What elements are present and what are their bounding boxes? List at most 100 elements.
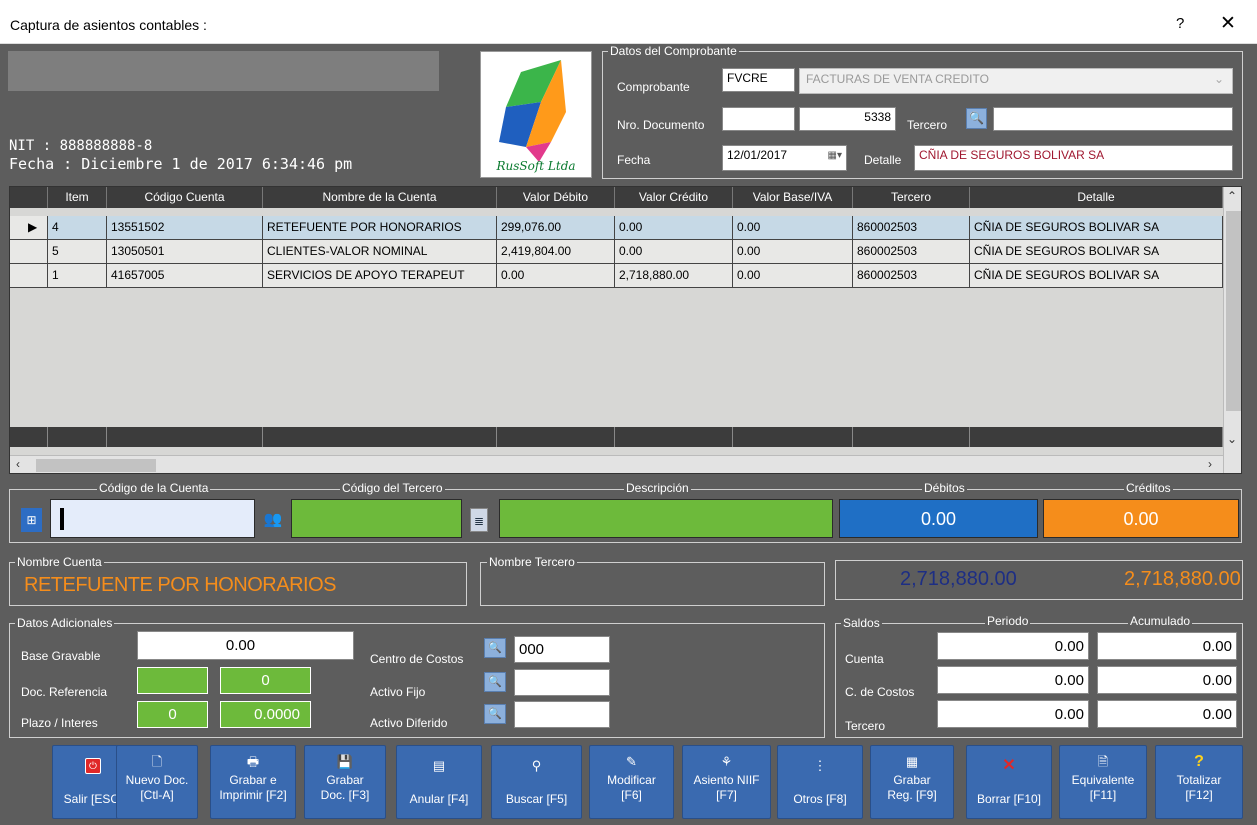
scroll-left-icon[interactable]: ‹ <box>16 457 20 471</box>
doc-referencia-number-input[interactable]: 0 <box>220 667 311 694</box>
comprobante-type-value: FACTURAS DE VENTA CREDITO <box>806 72 989 86</box>
column-header-base-iva[interactable]: Valor Base/IVA <box>733 187 853 208</box>
nro-documento-prefix-input[interactable] <box>722 107 795 131</box>
column-header-codigo[interactable]: Código Cuenta <box>107 187 263 208</box>
button-label: Reg. [F9] <box>887 788 937 802</box>
activo-fijo-input[interactable] <box>514 669 610 696</box>
nro-documento-input[interactable]: 5338 <box>799 107 896 131</box>
search-icon[interactable]: 🔍 <box>484 704 506 724</box>
accounts-tree-icon[interactable]: ⊞ <box>21 508 42 532</box>
column-header-item[interactable]: Item <box>48 187 107 208</box>
scroll-thumb[interactable] <box>36 459 156 472</box>
asiento-niif-button[interactable]: ⚘ Asiento NIIF [F7] <box>682 745 771 819</box>
table-cell[interactable]: 0.00 <box>615 216 733 240</box>
otros-button[interactable]: ⋮ Otros [F8] <box>777 745 863 819</box>
creditos-input[interactable]: 0.00 <box>1043 499 1239 538</box>
table-cell[interactable]: 860002503 <box>853 264 970 288</box>
search-icon[interactable]: 🔍 <box>484 638 506 658</box>
activo-diferido-input[interactable] <box>514 701 610 728</box>
table-cell[interactable]: RETEFUENTE POR HONORARIOS <box>263 216 497 240</box>
column-header-tercero[interactable]: Tercero <box>853 187 970 208</box>
horizontal-scrollbar[interactable]: ‹ › <box>10 455 1223 473</box>
debitos-input[interactable]: 0.00 <box>839 499 1038 538</box>
column-header-detalle[interactable]: Detalle <box>970 187 1223 208</box>
plazo-input[interactable]: 0 <box>137 701 208 728</box>
search-icon[interactable]: 🔍 <box>484 672 506 692</box>
entries-grid: Item Código Cuenta Nombre de la Cuenta V… <box>9 186 1242 474</box>
row-selector[interactable] <box>10 240 48 264</box>
descripcion-label: Descripción <box>624 481 691 495</box>
activo-fijo-label: Activo Fijo <box>370 685 426 699</box>
saldo-costos-periodo: 0.00 <box>937 666 1089 694</box>
equivalente-button[interactable]: 🗎 Equivalente [F11] <box>1059 745 1147 819</box>
table-cell[interactable]: CÑIA DE SEGUROS BOLIVAR SA <box>970 264 1223 288</box>
creditos-label: Créditos <box>1124 481 1173 495</box>
table-cell[interactable]: 0.00 <box>733 264 853 288</box>
close-button[interactable]: ✕ <box>1220 12 1236 35</box>
comprobante-code-input[interactable]: FVCRE <box>722 68 795 92</box>
table-cell[interactable]: 0.00 <box>733 240 853 264</box>
table-cell[interactable]: 13551502 <box>107 216 263 240</box>
detalle-input[interactable]: CÑIA DE SEGUROS BOLIVAR SA <box>914 145 1233 171</box>
table-cell[interactable]: SERVICIOS DE APOYO TERAPEUT <box>263 264 497 288</box>
nuevo-doc-button[interactable]: 🗋 Nuevo Doc. [Ctl-A] <box>116 745 198 819</box>
company-nit: NIT : 888888888-8 <box>9 138 153 154</box>
people-icon[interactable]: 👥 <box>261 508 285 532</box>
codigo-tercero-input[interactable] <box>291 499 462 538</box>
company-banner <box>8 51 439 91</box>
void-icon: ▤ <box>432 758 446 773</box>
table-cell[interactable]: 5 <box>48 240 107 264</box>
column-header-debito[interactable]: Valor Débito <box>497 187 615 208</box>
grid-footer-cell <box>733 427 853 447</box>
edit-icon: ✎ <box>626 754 637 769</box>
scroll-thumb[interactable] <box>1226 211 1241 411</box>
descripcion-input[interactable] <box>499 499 833 538</box>
buscar-button[interactable]: ⚲ Buscar [F5] <box>491 745 582 819</box>
button-label: Nuevo Doc. <box>125 773 189 787</box>
activo-diferido-label: Activo Diferido <box>370 716 448 730</box>
borrar-button[interactable]: ✕ Borrar [F10] <box>966 745 1052 819</box>
help-button[interactable]: ? <box>1176 15 1184 32</box>
modificar-button[interactable]: ✎ Modificar [F6] <box>589 745 674 819</box>
table-cell[interactable]: 0.00 <box>615 240 733 264</box>
table-cell[interactable]: 2,419,804.00 <box>497 240 615 264</box>
table-cell[interactable]: 1 <box>48 264 107 288</box>
vertical-scrollbar[interactable]: ⌃ ⌄ <box>1223 187 1241 473</box>
table-cell[interactable]: CLIENTES-VALOR NOMINAL <box>263 240 497 264</box>
fecha-date-picker[interactable]: 12/01/2017 ▦▾ <box>722 145 847 171</box>
table-cell[interactable]: CÑIA DE SEGUROS BOLIVAR SA <box>970 240 1223 264</box>
grid-footer-cell <box>615 427 733 447</box>
scroll-right-icon[interactable]: › <box>1208 457 1212 471</box>
anular-button[interactable]: ▤ Anular [F4] <box>396 745 482 819</box>
scroll-up-icon[interactable]: ⌃ <box>1227 189 1237 203</box>
table-cell[interactable]: 2,718,880.00 <box>615 264 733 288</box>
table-cell[interactable]: 13050501 <box>107 240 263 264</box>
table-cell[interactable]: CÑIA DE SEGUROS BOLIVAR SA <box>970 216 1223 240</box>
table-cell[interactable]: 299,076.00 <box>497 216 615 240</box>
column-header-credito[interactable]: Valor Crédito <box>615 187 733 208</box>
codigo-cuenta-input[interactable] <box>50 499 255 538</box>
scroll-down-icon[interactable]: ⌄ <box>1227 432 1237 446</box>
table-cell[interactable]: 4 <box>48 216 107 240</box>
centro-costos-input[interactable]: 000 <box>514 636 610 663</box>
totalizar-button[interactable]: ? Totalizar [F12] <box>1155 745 1243 819</box>
grabar-imprimir-button[interactable]: 🖶 Grabar e Imprimir [F2] <box>210 745 296 819</box>
table-cell[interactable]: 860002503 <box>853 240 970 264</box>
grabar-reg-button[interactable]: ▦ Grabar Reg. [F9] <box>870 745 954 819</box>
interes-input[interactable]: 0.0000 <box>220 701 311 728</box>
row-selector[interactable]: ▶ <box>10 216 48 240</box>
tree-icon: ⚘ <box>720 754 733 769</box>
base-gravable-input[interactable]: 0.00 <box>137 631 354 660</box>
table-cell[interactable]: 860002503 <box>853 216 970 240</box>
table-cell[interactable]: 0.00 <box>733 216 853 240</box>
comprobante-type-select[interactable]: FACTURAS DE VENTA CREDITO ⌄ <box>799 68 1233 94</box>
doc-referencia-type-input[interactable] <box>137 667 208 694</box>
search-icon[interactable]: 🔍 <box>966 108 987 129</box>
row-selector[interactable] <box>10 264 48 288</box>
tercero-input[interactable] <box>993 107 1233 131</box>
grabar-doc-button[interactable]: 💾 Grabar Doc. [F3] <box>304 745 386 819</box>
document-list-icon[interactable]: ≣ <box>470 508 488 532</box>
table-cell[interactable]: 0.00 <box>497 264 615 288</box>
column-header-nombre[interactable]: Nombre de la Cuenta <box>263 187 497 208</box>
table-cell[interactable]: 41657005 <box>107 264 263 288</box>
